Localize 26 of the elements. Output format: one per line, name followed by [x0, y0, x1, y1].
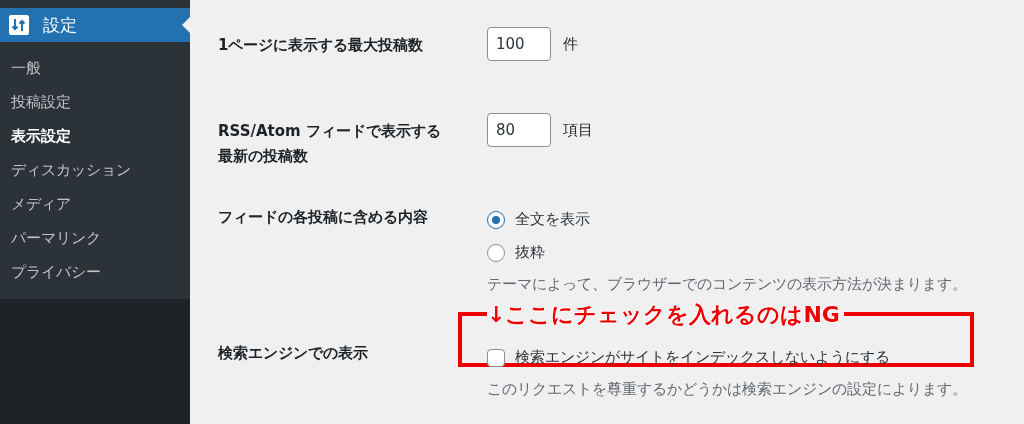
radio-button[interactable]: [487, 243, 505, 262]
submenu-item[interactable]: プライバシー: [0, 255, 190, 289]
option-label: 検索エンジンがサイトをインデックスしないようにする: [515, 348, 890, 367]
number-field[interactable]: 100: [487, 27, 551, 61]
submenu-item[interactable]: 投稿設定: [0, 85, 190, 119]
submenu-item[interactable]: 表示設定: [0, 119, 190, 153]
unit-label: 件: [563, 34, 578, 54]
option-label: 全文を表示: [515, 210, 590, 229]
checkbox[interactable]: [487, 348, 505, 367]
setting-label: 1ページに表示する最大投稿数: [218, 35, 425, 56]
settings-menu-item[interactable]: 設定: [0, 8, 190, 42]
unit-label: 項目: [563, 120, 593, 140]
annotation-text: ↓ここにチェックを入れるのはNG: [487, 302, 844, 328]
submenu-item[interactable]: ディスカッション: [0, 153, 190, 187]
submenu-item[interactable]: メディア: [0, 187, 190, 221]
description-text: テーマによって、ブラウザーでのコンテンツの表示方法が決まります。: [487, 275, 968, 294]
submenu-item[interactable]: パーマリンク: [0, 221, 190, 255]
number-field[interactable]: 80: [487, 113, 551, 147]
description-text: このリクエストを尊重するかどうかは検索エンジンの設定によります。: [487, 380, 968, 399]
submenu-item[interactable]: 一般: [0, 51, 190, 85]
option-label: 抜粋: [515, 243, 545, 262]
setting-label: 検索エンジンでの表示: [218, 343, 369, 364]
sliders-icon: [9, 15, 29, 35]
setting-label: RSS/Atom フィードで表示する最新の投稿数: [218, 121, 442, 167]
radio-button[interactable]: [487, 210, 505, 229]
setting-label: フィードの各投稿に含める内容: [218, 207, 429, 228]
